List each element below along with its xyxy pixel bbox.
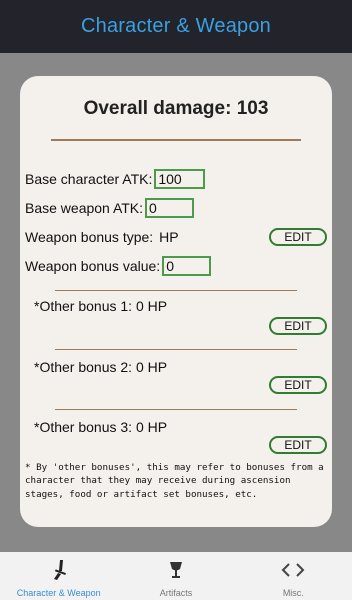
app-title: Character & Weapon: [81, 15, 271, 37]
other-bonus-2: *Other bonus 2: 0 HP: [34, 359, 168, 375]
base-character-atk-input[interactable]: 100: [154, 169, 206, 189]
divider: [55, 290, 297, 291]
nav-label: Artifacts: [159, 588, 193, 598]
bonus-footnote: * By 'other bonuses', this may refer to …: [25, 462, 324, 500]
nav-misc[interactable]: Misc.: [235, 552, 352, 600]
other-bonus-1: *Other bonus 1: 0 HP: [34, 298, 168, 314]
base-character-atk-row: Base character ATK: 100: [25, 169, 206, 189]
weapon-bonus-type-row: Weapon bonus type: HP: [25, 227, 179, 247]
divider: [55, 349, 297, 350]
weapon-bonus-type-value: HP: [159, 229, 179, 245]
weapon-bonus-value-input[interactable]: 0: [162, 256, 212, 276]
overall-damage: Overall damage: 103: [83, 98, 269, 119]
bottom-navigation: Character & Weapon Artifacts Misc.: [0, 552, 352, 600]
weapon-bonus-value-row: Weapon bonus value: 0: [25, 256, 212, 276]
base-weapon-atk-row: Base weapon ATK: 0: [25, 198, 195, 218]
edit-other-bonus-1-button[interactable]: EDIT: [269, 317, 327, 335]
code-brackets-icon: [281, 558, 305, 582]
nav-label: Misc.: [282, 588, 304, 598]
edit-other-bonus-3-button[interactable]: EDIT: [269, 436, 327, 454]
edit-other-bonus-2-button[interactable]: EDIT: [269, 376, 327, 394]
other-bonus-3: *Other bonus 3: 0 HP: [34, 419, 168, 435]
sword-icon: [49, 558, 69, 582]
nav-artifacts[interactable]: Artifacts: [117, 552, 234, 600]
goblet-icon: [168, 558, 184, 582]
damage-card: Overall damage: 103 Base character ATK: …: [20, 76, 332, 527]
weapon-bonus-value-label: Weapon bonus value:: [25, 258, 161, 274]
weapon-bonus-type-label: Weapon bonus type:: [25, 229, 154, 245]
edit-weapon-bonus-type-button[interactable]: EDIT: [269, 228, 327, 246]
base-weapon-atk-input[interactable]: 0: [145, 198, 195, 218]
divider: [51, 139, 301, 141]
base-weapon-atk-label: Base weapon ATK:: [25, 200, 144, 216]
divider: [55, 409, 297, 410]
nav-character-weapon[interactable]: Character & Weapon: [0, 552, 117, 600]
main-content: Overall damage: 103 Base character ATK: …: [0, 53, 352, 552]
app-bar: Character & Weapon: [0, 0, 352, 53]
nav-label: Character & Weapon: [16, 588, 101, 598]
base-character-atk-label: Base character ATK:: [25, 171, 153, 187]
